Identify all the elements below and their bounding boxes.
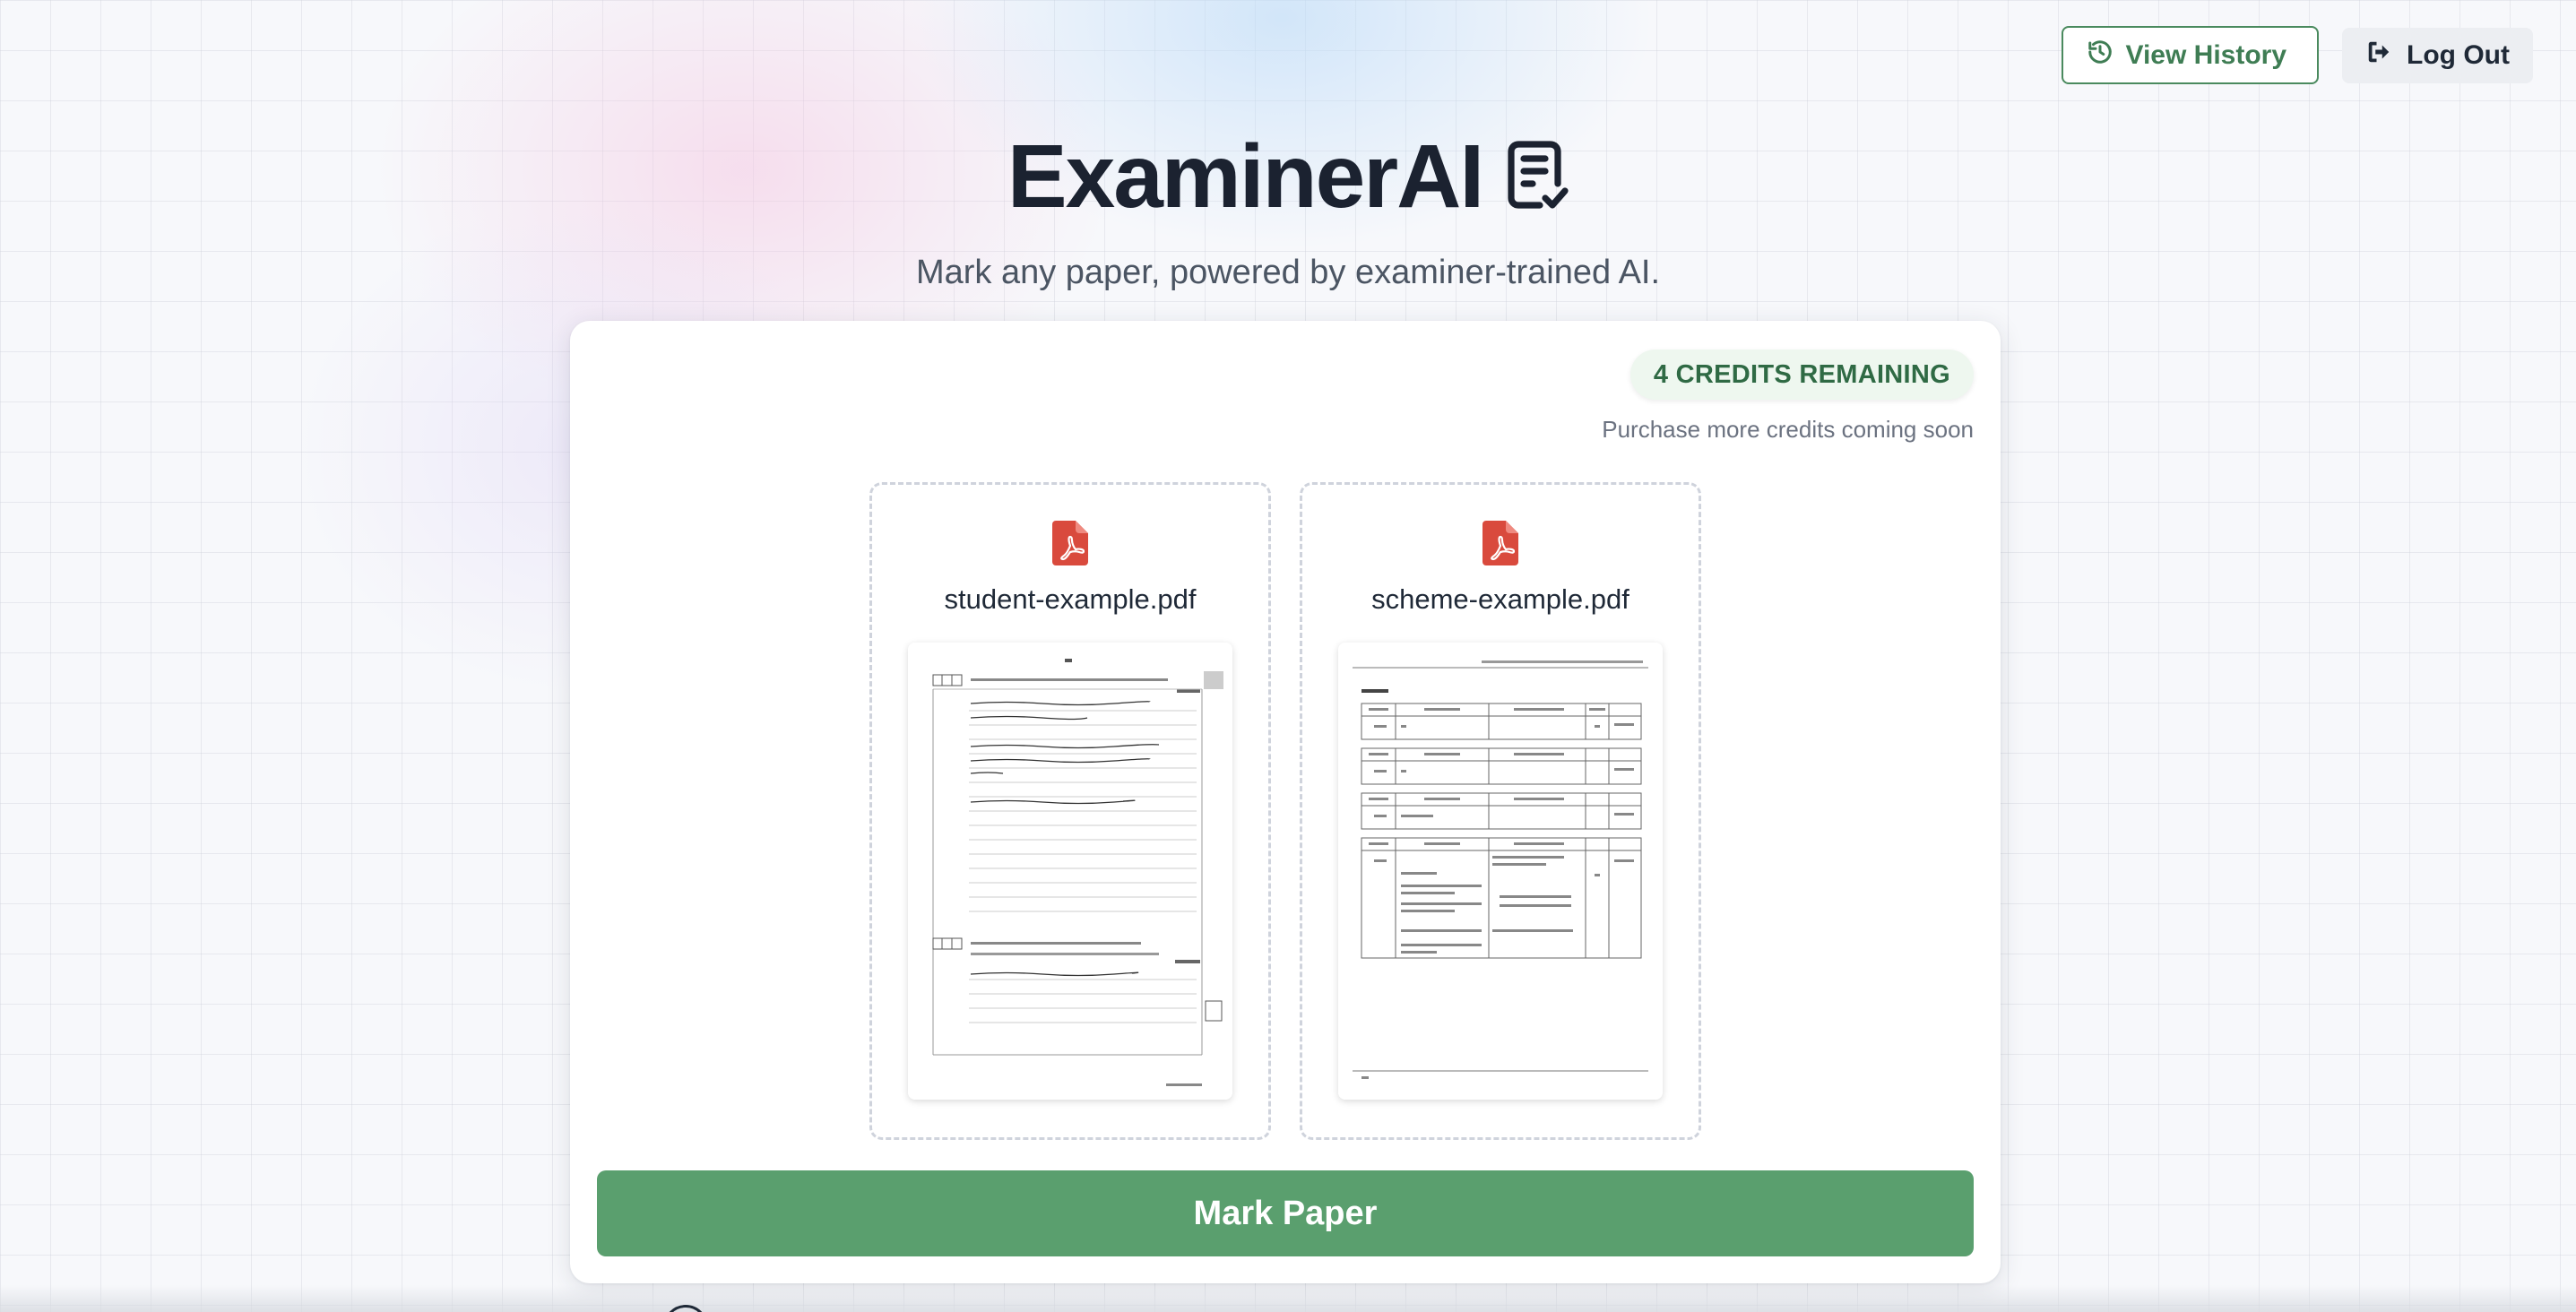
logout-icon bbox=[2365, 39, 2392, 73]
view-history-label: View History bbox=[2125, 39, 2287, 70]
view-history-button[interactable]: View History bbox=[2061, 26, 2320, 84]
logout-label: Log Out bbox=[2407, 39, 2510, 70]
mark-scheme-dropzone[interactable]: scheme-example.pdf bbox=[1300, 482, 1701, 1140]
mark-paper-button[interactable]: Mark Paper bbox=[597, 1170, 1974, 1256]
student-filename: student-example.pdf bbox=[944, 583, 1197, 615]
bottom-edge bbox=[0, 1285, 2576, 1312]
mark-scheme-preview bbox=[1338, 643, 1663, 1100]
upload-card: 4 CREDITS REMAINING Purchase more credit… bbox=[570, 321, 2001, 1283]
top-bar: View History Log Out bbox=[2061, 26, 2533, 84]
app-title: ExaminerAI bbox=[1007, 126, 1484, 227]
logout-button[interactable]: Log Out bbox=[2342, 27, 2533, 83]
credits-badge: 4 CREDITS REMAINING bbox=[1629, 350, 1974, 400]
credits-note: Purchase more credits coming soon bbox=[1602, 416, 1974, 443]
pdf-icon bbox=[1482, 521, 1518, 565]
subtitle: Mark any paper, powered by examiner-trai… bbox=[915, 254, 1661, 291]
clipboard-check-icon bbox=[1504, 137, 1569, 217]
hero: ExaminerAI Mark any paper, powered by ex… bbox=[0, 125, 2576, 292]
student-paper-dropzone[interactable]: student-example.pdf bbox=[869, 482, 1271, 1140]
pdf-icon bbox=[1052, 521, 1088, 565]
student-paper-preview bbox=[908, 643, 1232, 1100]
history-icon bbox=[2087, 39, 2114, 73]
scheme-filename: scheme-example.pdf bbox=[1371, 583, 1629, 615]
